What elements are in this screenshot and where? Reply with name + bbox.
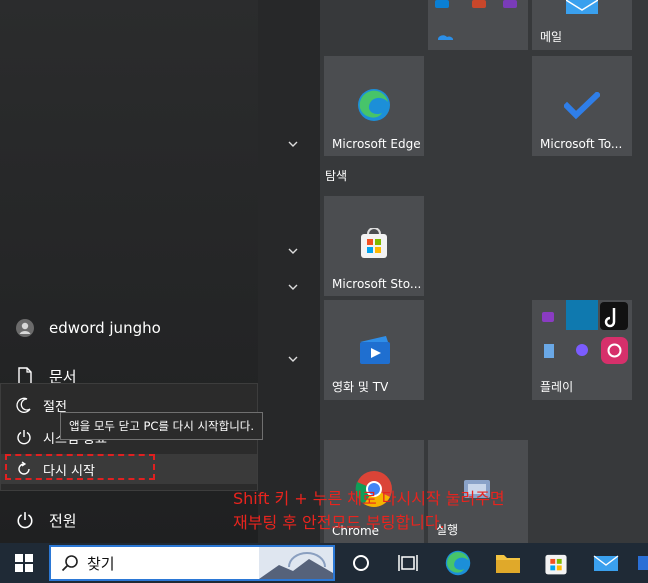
annotation-text: Shift 키 + 누른 채로 다시시작 눌러주면 재부팅 후 안전모드 부팅합… [233, 487, 505, 535]
folder-icon [496, 555, 520, 573]
store-icon [545, 554, 567, 575]
moon-icon [15, 396, 33, 414]
todo-tile[interactable]: Microsoft To... [532, 56, 632, 156]
chevron-down-icon[interactable] [287, 245, 299, 257]
partial-app-icon [638, 556, 648, 570]
office-apps-icon [435, 0, 517, 40]
store-icon [361, 228, 387, 258]
mail-icon [566, 0, 598, 14]
task-view-button[interactable] [393, 548, 423, 578]
chevron-down-icon[interactable] [287, 353, 299, 365]
chevron-down-icon[interactable] [287, 138, 299, 150]
annotation-line-1: Shift 키 + 누른 채로 다시시작 눌러주면 [233, 489, 505, 508]
power-label: 전원 [49, 511, 77, 530]
search-highlight-image-icon [259, 547, 333, 579]
power-icon [15, 510, 35, 530]
chevron-down-icon[interactable] [287, 281, 299, 293]
edge-icon [358, 89, 390, 121]
edge-tile-label: Microsoft Edge [332, 137, 421, 151]
mail-icon [593, 555, 619, 571]
cortana-button[interactable] [346, 548, 376, 578]
film-icon [360, 336, 390, 364]
checkmark-icon [564, 92, 600, 120]
taskbar-mail-button[interactable] [591, 548, 621, 578]
store-tile[interactable]: Microsoft Sto... [324, 196, 424, 296]
power-icon [15, 428, 33, 446]
movies-tv-tile[interactable]: 영화 및 TV [324, 300, 424, 400]
power-item[interactable]: 전원 [0, 508, 77, 532]
movies-tv-tile-label: 영화 및 TV [332, 380, 389, 394]
user-name: edword jungho [49, 319, 161, 337]
mail-tile[interactable]: 메일 [532, 0, 632, 50]
group-label-explore: 탐색 [325, 169, 348, 183]
windows-logo-icon [15, 554, 33, 572]
start-button[interactable] [9, 548, 39, 578]
store-tile-label: Microsoft Sto... [332, 277, 422, 291]
user-avatar-icon [15, 318, 35, 338]
search-icon [61, 555, 78, 572]
todo-tile-label: Microsoft To... [540, 137, 623, 151]
taskbar-edge-button[interactable] [443, 548, 473, 578]
task-view-icon [398, 555, 418, 571]
mail-tile-label: 메일 [540, 30, 563, 44]
taskbar-store-button[interactable] [541, 548, 571, 578]
taskbar-overflow-icon[interactable] [636, 548, 648, 578]
start-menu-app-list [258, 0, 320, 543]
annotation-line-2: 재부팅 후 안전모드 부팅합니다. [233, 513, 445, 532]
restart-tooltip: 앱을 모두 닫고 PC를 다시 시작합니다. [60, 412, 264, 440]
cortana-circle-icon [353, 555, 369, 571]
user-account-item[interactable]: edword jungho [0, 316, 161, 340]
play-apps-icon [542, 300, 628, 364]
play-tile-label: 플레이 [540, 380, 574, 394]
taskbar-search-box[interactable]: 찾기 [49, 545, 335, 581]
edge-tile[interactable]: Microsoft Edge [324, 56, 424, 156]
restart-highlight-box [5, 454, 155, 480]
search-label: 찾기 [87, 554, 115, 573]
taskbar-file-explorer-button[interactable] [493, 548, 523, 578]
edge-icon [445, 550, 471, 576]
office-tile[interactable] [428, 0, 528, 50]
play-folder-tile[interactable]: 플레이 [532, 300, 632, 400]
